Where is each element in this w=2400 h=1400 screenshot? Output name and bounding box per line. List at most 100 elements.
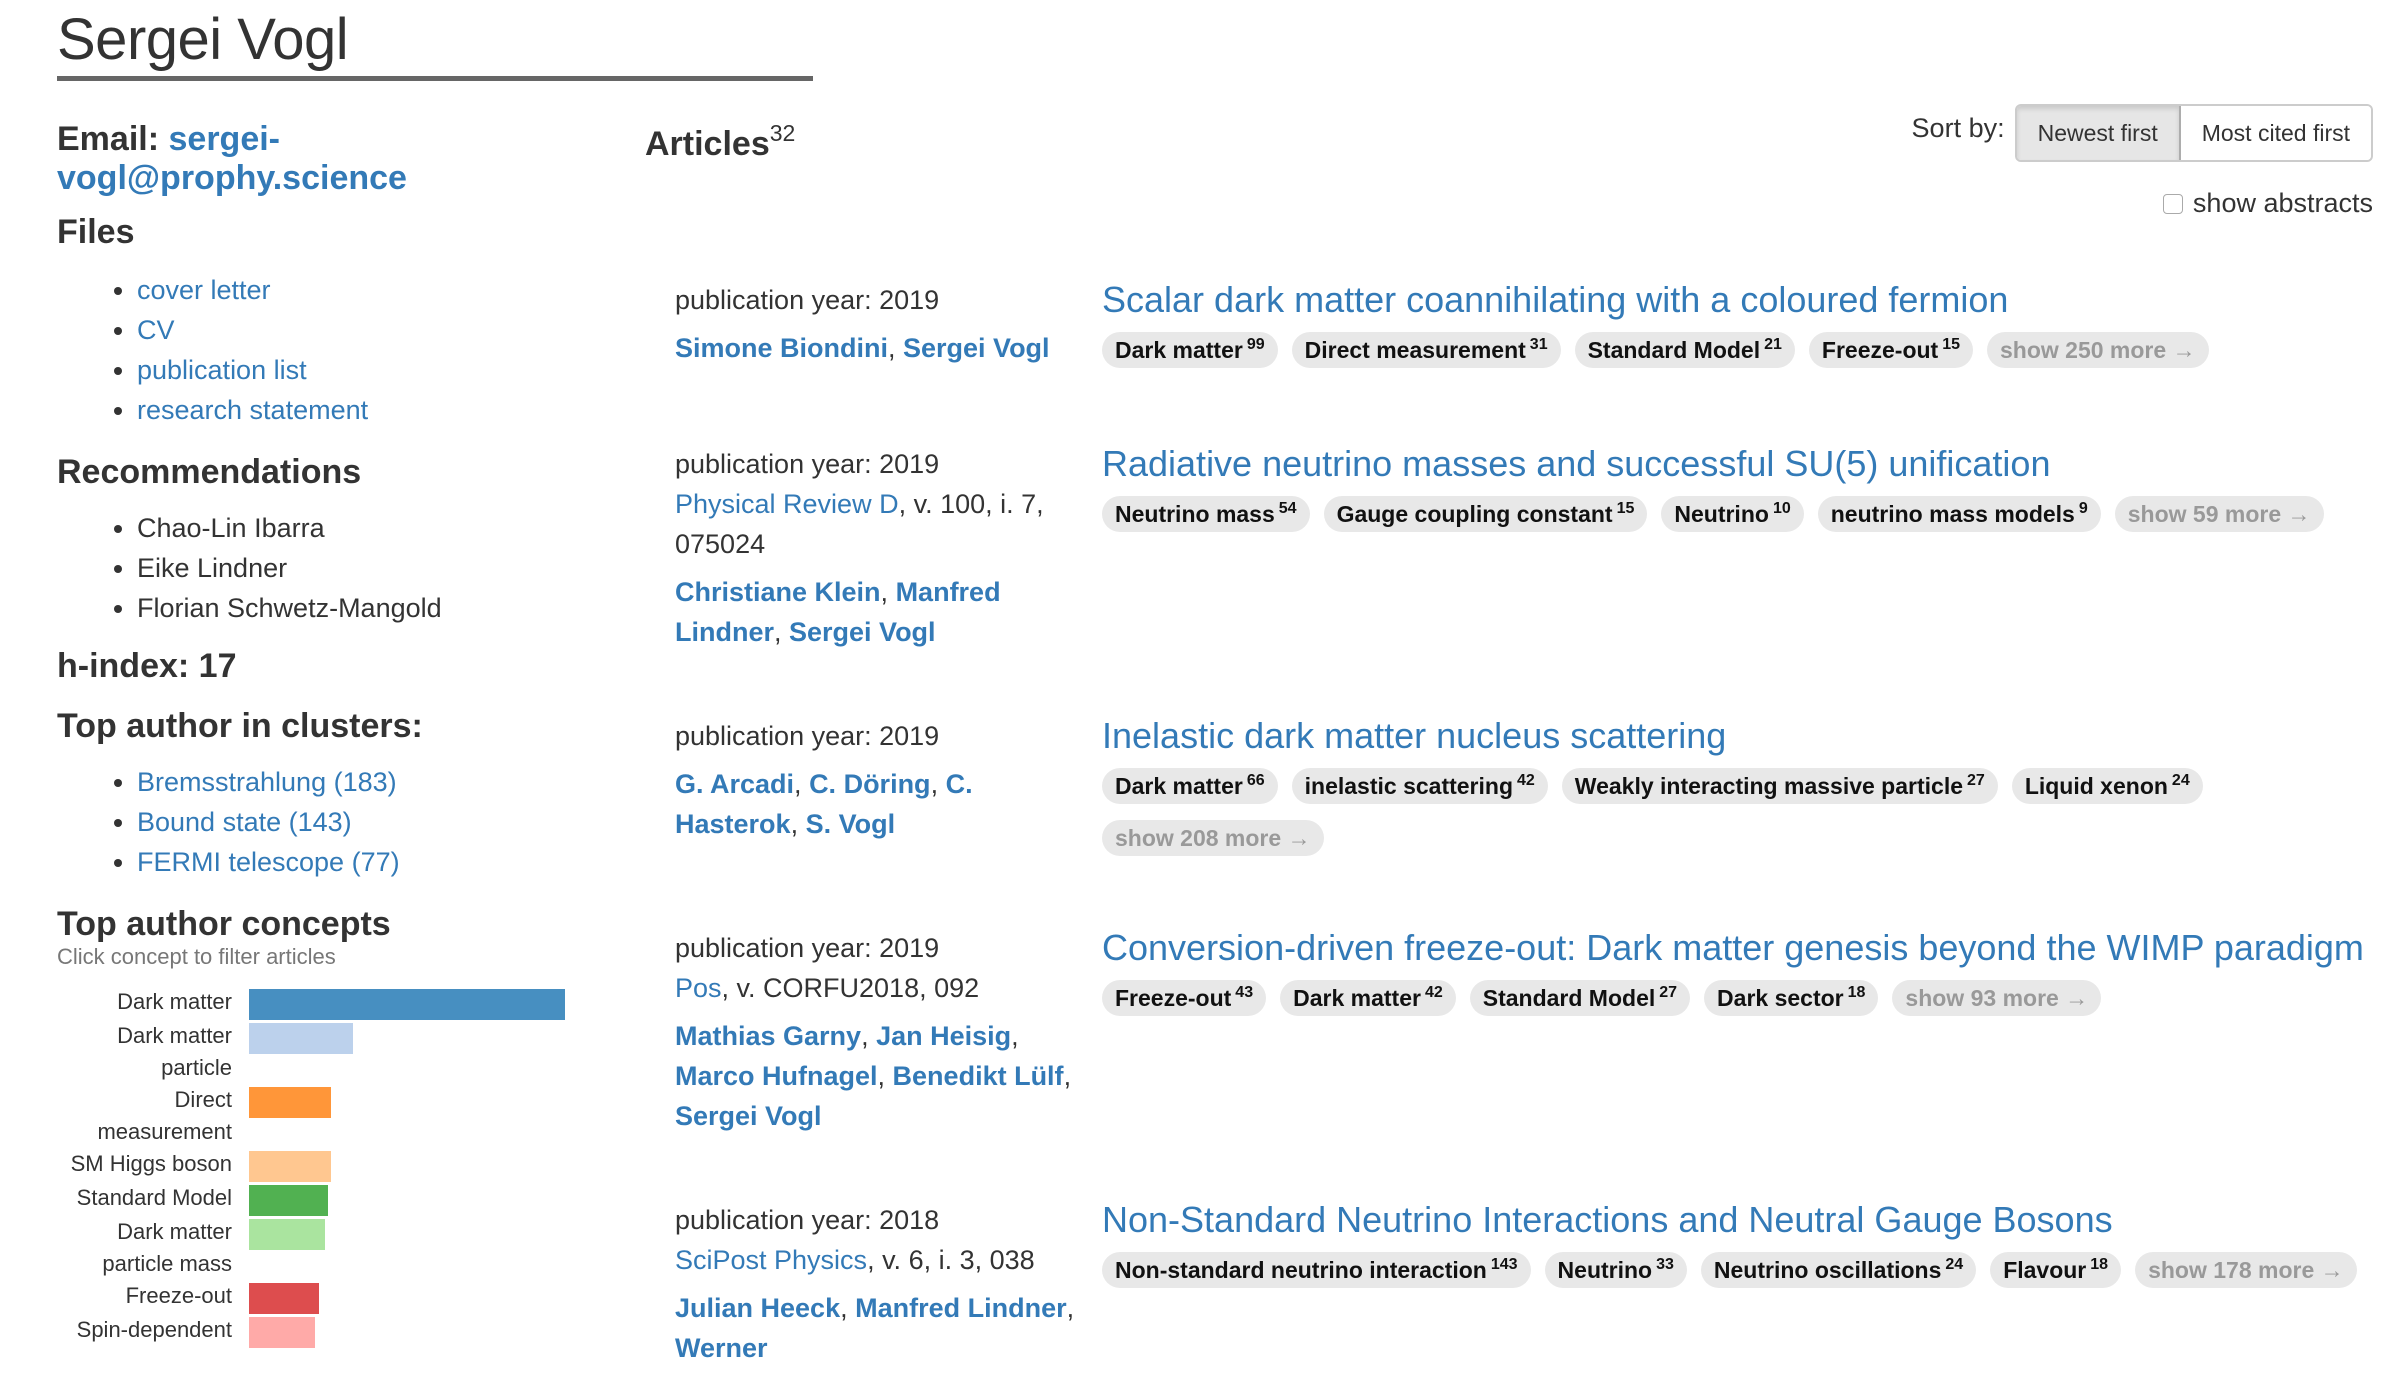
- article-title-link[interactable]: Radiative neutrino masses and successful…: [1102, 443, 2050, 484]
- concept-row[interactable]: Dark matter: [57, 986, 617, 1020]
- concept-label[interactable]: Dark matter particle mass: [57, 1216, 249, 1280]
- show-more-tags-button[interactable]: show 93 more →: [1892, 980, 2102, 1016]
- show-more-tags-button[interactable]: show 178 more →: [2135, 1252, 2357, 1288]
- concept-row[interactable]: Standard Model: [57, 1182, 617, 1216]
- author-link[interactable]: Werner: [675, 1333, 768, 1363]
- file-link-publication-list[interactable]: publication list: [137, 355, 307, 385]
- concept-row[interactable]: Dark matter particle mass: [57, 1216, 617, 1280]
- cluster-link-bound-state[interactable]: Bound state (143): [137, 807, 352, 837]
- concept-tags: Neutrino mass 54 Gauge coupling constant 15…: [1102, 496, 2375, 548]
- concept-tag[interactable]: Flavour 18: [1990, 1252, 2122, 1288]
- concept-label[interactable]: Dark matter: [57, 986, 249, 1018]
- file-item: publication list: [137, 350, 617, 390]
- author-link[interactable]: Sergei Vogl: [789, 617, 936, 647]
- author-link[interactable]: Benedikt Lülf: [893, 1061, 1064, 1091]
- concept-row[interactable]: Dark matter particle: [57, 1020, 617, 1084]
- concept-row[interactable]: Freeze-out: [57, 1280, 617, 1314]
- concept-bar[interactable]: [249, 1219, 325, 1250]
- articles-heading-label: Articles: [645, 125, 770, 163]
- concept-tag[interactable]: neutrino mass models 9: [1817, 496, 2101, 532]
- concept-tag[interactable]: Standard Model 21: [1574, 332, 1795, 368]
- concept-tag[interactable]: Neutrino 10: [1661, 496, 1804, 532]
- concept-tag-count: 18: [1847, 984, 1866, 1001]
- concept-label[interactable]: Dark matter particle: [57, 1020, 249, 1084]
- author-link[interactable]: Sergei Vogl: [675, 1101, 822, 1131]
- concept-row[interactable]: Spin-dependent: [57, 1314, 617, 1348]
- concept-tag[interactable]: Dark matter 42: [1280, 980, 1456, 1016]
- sort-newest-button[interactable]: Newest first: [2016, 106, 2181, 160]
- concept-tag[interactable]: Weakly interacting massive particle 27: [1561, 768, 1998, 804]
- concept-tag[interactable]: Gauge coupling constant 15: [1323, 496, 1648, 532]
- concept-tag[interactable]: Direct measurement 31: [1291, 332, 1561, 368]
- concept-bar[interactable]: [249, 1283, 319, 1314]
- recommendation-item: Eike Lindner: [137, 548, 617, 588]
- concept-tags: Dark matter 66 inelastic scattering 42 Weakl…: [1102, 768, 2375, 872]
- show-more-tags-button[interactable]: show 59 more →: [2114, 496, 2324, 532]
- file-link-research-statement[interactable]: research statement: [137, 395, 368, 425]
- sort-most-cited-button[interactable]: Most cited first: [2180, 106, 2371, 160]
- concept-tag[interactable]: Non-standard neutrino interaction 143: [1102, 1252, 1531, 1288]
- concept-bar[interactable]: [249, 1185, 328, 1216]
- concept-tag[interactable]: Dark sector 18: [1704, 980, 1879, 1016]
- journal-link[interactable]: Physical Review D: [675, 489, 899, 519]
- article-title: Scalar dark matter coannihilating with a…: [1102, 280, 2375, 320]
- journal-link[interactable]: SciPost Physics: [675, 1245, 867, 1275]
- concept-label[interactable]: SM Higgs boson: [57, 1148, 249, 1180]
- cluster-link-bremsstrahlung[interactable]: Bremsstrahlung (183): [137, 767, 397, 797]
- concept-bar-track: [249, 1216, 617, 1250]
- article-title-link[interactable]: Non-Standard Neutrino Interactions and N…: [1102, 1199, 2113, 1240]
- author-link[interactable]: Marco Hufnagel: [675, 1061, 878, 1091]
- concept-tag[interactable]: Neutrino 33: [1544, 1252, 1687, 1288]
- concept-bar[interactable]: [249, 1087, 331, 1118]
- concept-tag[interactable]: Freeze-out 43: [1102, 980, 1267, 1016]
- journal-link[interactable]: Pos: [675, 973, 722, 1003]
- concept-tag-label: Liquid xenon: [2024, 773, 2168, 799]
- concept-tag[interactable]: Liquid xenon 24: [2011, 768, 2203, 804]
- article-title: Radiative neutrino masses and successful…: [1102, 444, 2375, 484]
- article-title-link[interactable]: Inelastic dark matter nucleus scattering: [1102, 715, 1726, 756]
- concept-row[interactable]: SM Higgs boson: [57, 1148, 617, 1182]
- concept-tag[interactable]: Standard Model 27: [1469, 980, 1691, 1016]
- author-link[interactable]: Simone Biondini: [675, 333, 888, 363]
- show-more-tags-button[interactable]: show 208 more →: [1102, 820, 1324, 856]
- concept-tag[interactable]: inelastic scattering 42: [1291, 768, 1548, 804]
- concept-bar[interactable]: [249, 989, 565, 1020]
- concept-tag[interactable]: Neutrino oscillations 24: [1700, 1252, 1977, 1288]
- article-list: publication year: 2019 Simone Biondini, S…: [675, 280, 2375, 1368]
- article-title-link[interactable]: Scalar dark matter coannihilating with a…: [1102, 279, 2008, 320]
- concept-tag-count: 15: [1616, 500, 1635, 517]
- file-link-cv[interactable]: CV: [137, 315, 175, 345]
- author-link[interactable]: C. Döring: [809, 769, 931, 799]
- cluster-link-fermi-telescope[interactable]: FERMI telescope (77): [137, 847, 400, 877]
- concept-bar[interactable]: [249, 1317, 315, 1348]
- concept-tag[interactable]: Freeze-out 15: [1808, 332, 1973, 368]
- file-item: cover letter: [137, 270, 617, 310]
- author-link[interactable]: Julian Heeck: [675, 1293, 840, 1323]
- concept-bar[interactable]: [249, 1151, 331, 1182]
- article-title-link[interactable]: Conversion-driven freeze-out: Dark matte…: [1102, 927, 2364, 968]
- author-link[interactable]: Sergei Vogl: [903, 333, 1050, 363]
- author-link[interactable]: G. Arcadi: [675, 769, 794, 799]
- show-more-tags-button[interactable]: show 250 more →: [1987, 332, 2209, 368]
- concept-label[interactable]: Spin-dependent: [57, 1314, 249, 1346]
- concept-tag[interactable]: Neutrino mass 54: [1102, 496, 1310, 532]
- author-link[interactable]: S. Vogl: [806, 809, 896, 839]
- concept-tag[interactable]: Dark matter 99: [1102, 332, 1278, 368]
- show-abstracts-toggle[interactable]: show abstracts: [2162, 188, 2373, 219]
- author-link[interactable]: Mathias Garny: [675, 1021, 861, 1051]
- concept-tag[interactable]: Dark matter 66: [1102, 768, 1278, 804]
- file-link-cover-letter[interactable]: cover letter: [137, 275, 271, 305]
- author-link[interactable]: Manfred Lindner: [855, 1293, 1067, 1323]
- author-link[interactable]: Christiane Klein: [675, 577, 881, 607]
- author-list: G. Arcadi, C. Döring, C. Hasterok, S. Vo…: [675, 764, 1082, 844]
- concept-row[interactable]: Direct measurement: [57, 1084, 617, 1148]
- author-list: Mathias Garny, Jan Heisig, Marco Hufnage…: [675, 1016, 1082, 1136]
- clusters-list: Bremsstrahlung (183) Bound state (143) F…: [57, 762, 617, 882]
- concept-bar[interactable]: [249, 1023, 353, 1054]
- concept-label[interactable]: Direct measurement: [57, 1084, 249, 1148]
- author-link[interactable]: Jan Heisig: [876, 1021, 1011, 1051]
- concept-label[interactable]: Freeze-out: [57, 1280, 249, 1312]
- recommendation-item: Chao-Lin Ibarra: [137, 508, 617, 548]
- show-abstracts-checkbox[interactable]: [2162, 193, 2183, 214]
- concept-label[interactable]: Standard Model: [57, 1182, 249, 1214]
